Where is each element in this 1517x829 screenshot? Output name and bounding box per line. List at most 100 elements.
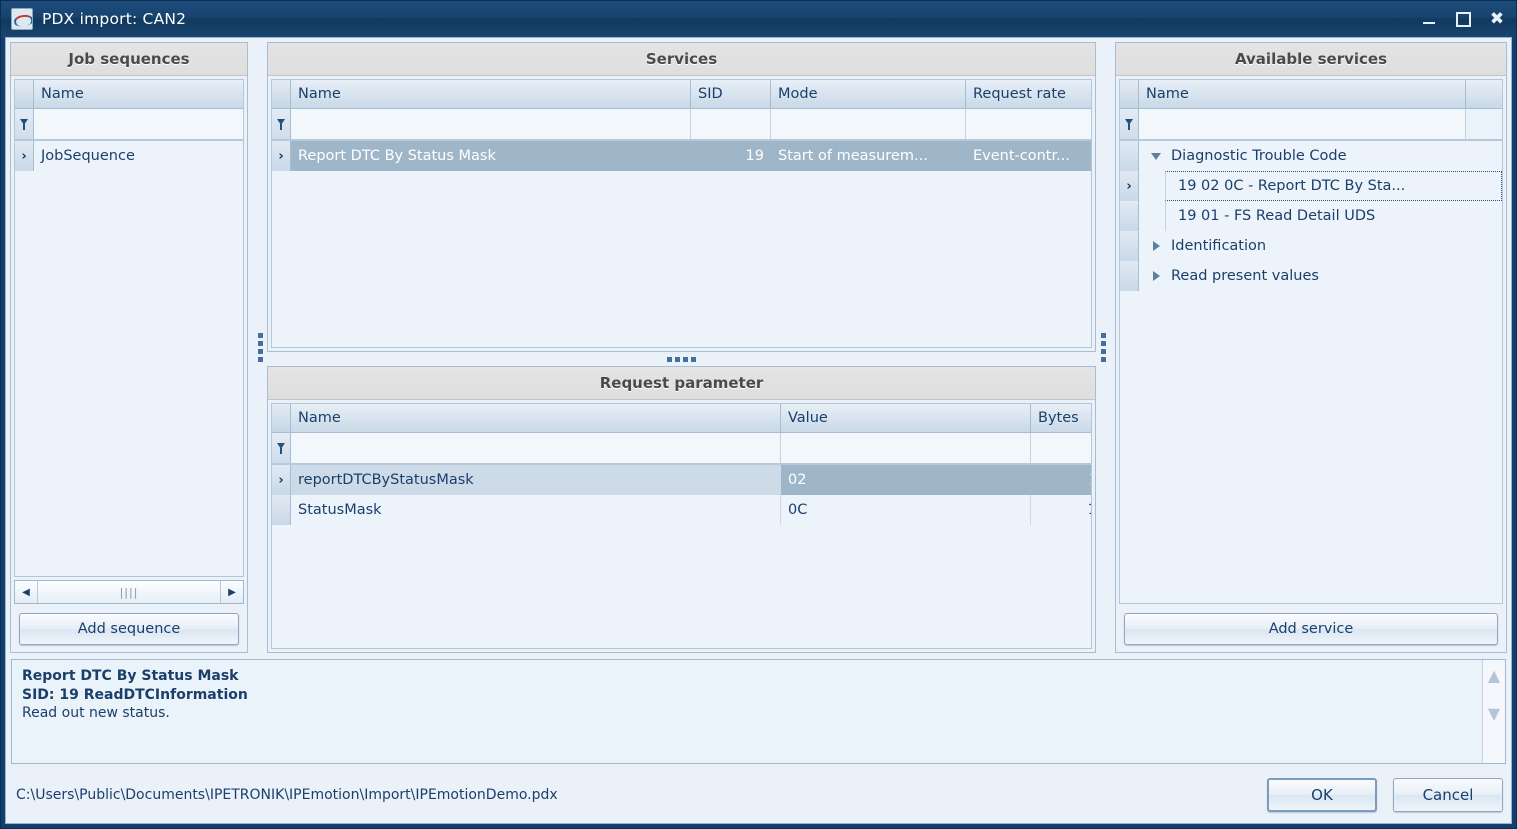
- services-body: Name SID Mode Request rate › Report DTC …: [268, 76, 1095, 351]
- job-sequences-rows: › JobSequence: [15, 141, 243, 576]
- indicator-column-header: [272, 80, 291, 108]
- job-sequences-grid[interactable]: Name › JobSequence: [14, 79, 244, 577]
- filter-icon-cell: [272, 109, 291, 139]
- indicator-column-header: [15, 80, 34, 108]
- status-bar: C:\Users\Public\Documents\IPETRONIK\IPEm…: [6, 764, 1511, 823]
- dialog-client-area: Job sequences Name › JobSequence ◀ |||| …: [5, 37, 1512, 824]
- tree-node-read-present-values[interactable]: Read present values: [1120, 261, 1502, 291]
- column-header-name[interactable]: Name: [291, 80, 691, 108]
- cell-bytes[interactable]: 1: [1031, 465, 1091, 495]
- column-header-name[interactable]: Name: [1139, 80, 1466, 108]
- column-header-name[interactable]: Name: [34, 80, 243, 108]
- table-row[interactable]: › reportDTCByStatusMask 02 1: [272, 465, 1091, 495]
- column-header-mode[interactable]: Mode: [771, 80, 966, 108]
- splitter-grip-icon: [1100, 333, 1106, 362]
- column-header-bytes[interactable]: Bytes: [1031, 404, 1091, 432]
- job-sequences-hscrollbar[interactable]: ◀ |||| ▶: [14, 580, 244, 604]
- column-header-request-rate[interactable]: Request rate: [966, 80, 1091, 108]
- scroll-right-icon[interactable]: ▶: [220, 581, 243, 603]
- chevron-down-icon[interactable]: ▼: [1488, 706, 1500, 722]
- right-splitter[interactable]: [1096, 42, 1110, 653]
- center-splitter[interactable]: [267, 352, 1096, 366]
- filter-filler: [1466, 109, 1502, 139]
- funnel-icon: [276, 118, 286, 130]
- request-parameter-body: Name Value Bytes › reportDTCByStatusMask…: [268, 400, 1095, 652]
- cell-bytes[interactable]: 1: [1031, 495, 1091, 525]
- tree-node-report-dtc-by-status-mask[interactable]: › 19 02 0C - Report DTC By Sta...: [1120, 171, 1502, 201]
- services-header-row: Name SID Mode Request rate: [272, 80, 1091, 109]
- info-scrollbar[interactable]: ▲ ▼: [1482, 660, 1505, 763]
- tree-node-fs-read-detail-uds[interactable]: 19 01 - FS Read Detail UDS: [1120, 201, 1502, 231]
- cell-value[interactable]: 02: [781, 465, 1031, 495]
- splitter-grip-icon: [667, 356, 696, 362]
- indicator-column-header: [1120, 80, 1139, 108]
- filter-input-request-rate[interactable]: [966, 109, 1091, 139]
- filter-input-name[interactable]: [34, 109, 243, 139]
- tree-node-label[interactable]: Identification: [1165, 231, 1502, 261]
- cell-name[interactable]: JobSequence: [34, 141, 243, 171]
- column-header-sid[interactable]: SID: [691, 80, 771, 108]
- title-bar[interactable]: PDX import: CAN2 ✖: [1, 1, 1516, 37]
- table-row[interactable]: › JobSequence: [15, 141, 243, 171]
- tree-node-identification[interactable]: Identification: [1120, 231, 1502, 261]
- cell-request-rate[interactable]: Event-contr...: [966, 141, 1091, 171]
- tree-node-label[interactable]: 19 02 0C - Report DTC By Sta...: [1165, 171, 1502, 201]
- tree-node-label[interactable]: Diagnostic Trouble Code: [1165, 141, 1502, 171]
- add-sequence-button[interactable]: Add sequence: [19, 613, 239, 645]
- row-indicator: ›: [272, 141, 291, 171]
- filter-icon-cell: [15, 109, 34, 139]
- filter-icon-cell: [272, 433, 291, 463]
- job-sequences-body: Name › JobSequence ◀ |||| ▶: [11, 76, 247, 607]
- table-row[interactable]: › Report DTC By Status Mask 19 Start of …: [272, 141, 1091, 171]
- job-sequences-footer: Add sequence: [11, 607, 247, 652]
- left-splitter[interactable]: [253, 42, 267, 653]
- request-parameter-grid[interactable]: Name Value Bytes › reportDTCByStatusMask…: [271, 403, 1092, 649]
- chevron-up-icon[interactable]: ▲: [1488, 668, 1500, 684]
- filter-input-name[interactable]: [1139, 109, 1466, 139]
- funnel-icon: [1124, 118, 1134, 130]
- filter-input-mode[interactable]: [771, 109, 966, 139]
- row-indicator: [272, 495, 291, 525]
- cell-sid[interactable]: 19: [691, 141, 771, 171]
- cell-value[interactable]: 0C: [781, 495, 1031, 525]
- services-grid[interactable]: Name SID Mode Request rate › Report DTC …: [271, 79, 1092, 348]
- window-title: PDX import: CAN2: [42, 10, 187, 28]
- available-services-tree: Diagnostic Trouble Code › 19 02 0C - Rep…: [1120, 141, 1502, 603]
- filter-input-bytes[interactable]: [1031, 433, 1091, 463]
- row-indicator: ›: [1120, 171, 1139, 201]
- filter-input-name[interactable]: [291, 109, 691, 139]
- cell-mode[interactable]: Start of measurem...: [771, 141, 966, 171]
- tree-node-label[interactable]: Read present values: [1165, 261, 1502, 291]
- services-rows: › Report DTC By Status Mask 19 Start of …: [272, 141, 1091, 347]
- column-header-value[interactable]: Value: [781, 404, 1031, 432]
- filter-input-name[interactable]: [291, 433, 781, 463]
- minimize-icon[interactable]: [1420, 10, 1438, 28]
- available-services-filter-row: [1120, 109, 1502, 141]
- cell-name[interactable]: reportDTCByStatusMask: [291, 465, 781, 495]
- chevron-right-icon[interactable]: [1147, 261, 1165, 291]
- add-service-button[interactable]: Add service: [1124, 613, 1498, 645]
- cell-name[interactable]: Report DTC By Status Mask: [291, 141, 691, 171]
- available-services-grid[interactable]: Name Diagnostic Trouble Code › 19 02 0C …: [1119, 79, 1503, 604]
- row-indicator: [1120, 261, 1139, 291]
- tree-node-label[interactable]: 19 01 - FS Read Detail UDS: [1165, 201, 1502, 231]
- filter-input-sid[interactable]: [691, 109, 771, 139]
- cell-name[interactable]: StatusMask: [291, 495, 781, 525]
- chevron-down-icon[interactable]: [1147, 141, 1165, 171]
- cancel-button[interactable]: Cancel: [1393, 778, 1503, 812]
- request-parameter-filter-row: [272, 433, 1091, 465]
- hscroll-thumb[interactable]: ||||: [38, 581, 220, 603]
- center-column: Services Name SID Mode Request rate › Re…: [267, 42, 1096, 653]
- hscroll-track[interactable]: ||||: [38, 581, 220, 603]
- available-services-footer: Add service: [1116, 607, 1506, 652]
- filter-input-value[interactable]: [781, 433, 1031, 463]
- scroll-left-icon[interactable]: ◀: [15, 581, 38, 603]
- table-row[interactable]: StatusMask 0C 1: [272, 495, 1091, 525]
- close-icon[interactable]: ✖: [1488, 10, 1506, 28]
- tree-node-diagnostic-trouble-code[interactable]: Diagnostic Trouble Code: [1120, 141, 1502, 171]
- chevron-right-icon[interactable]: [1147, 231, 1165, 261]
- maximize-icon[interactable]: [1454, 10, 1472, 28]
- column-header-name[interactable]: Name: [291, 404, 781, 432]
- ok-button[interactable]: OK: [1267, 778, 1377, 812]
- service-info-panel: Report DTC By Status Mask SID: 19 ReadDT…: [11, 659, 1506, 764]
